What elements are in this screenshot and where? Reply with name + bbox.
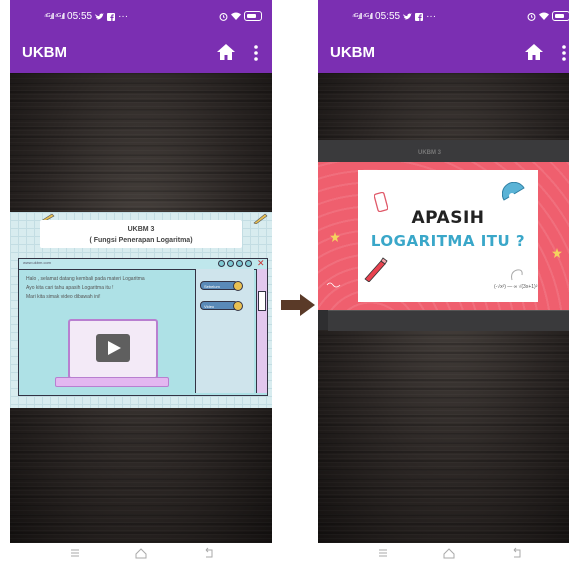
window-control-icon[interactable] xyxy=(245,260,252,267)
phone-screen-right: ⁴ᴳ.ıll ⁴ᴳ.ıll 05:55 ··· UKBM UKBM 3 APAS… xyxy=(318,0,569,565)
app-title: UKBM xyxy=(22,44,67,61)
facebook-icon xyxy=(415,12,424,21)
recent-apps-icon[interactable] xyxy=(68,546,82,560)
swirl-doodle-icon xyxy=(511,269,523,281)
slide-subtitle: ( Fungsi Penerapan Logaritma) xyxy=(89,237,193,244)
close-icon[interactable]: ✕ xyxy=(257,259,265,268)
status-bar: ⁴ᴳ.ıll ⁴ᴳ.ıll 05:55 ··· xyxy=(10,0,272,33)
phone-screen-left: ⁴ᴳ.ıll ⁴ᴳ.ıll 05:55 ··· UKBM UKBM 3 ( Fu… xyxy=(10,0,272,565)
phone-doodle-icon xyxy=(374,192,388,212)
dimmed-header xyxy=(318,140,569,162)
app-bar: UKBM xyxy=(318,33,569,73)
knob-icon xyxy=(233,281,243,291)
overflow-menu-icon[interactable] xyxy=(561,44,567,62)
video-player[interactable] xyxy=(68,319,158,379)
window-title: www.ukbm.com xyxy=(23,260,52,265)
back-icon[interactable] xyxy=(510,546,524,560)
window-control-icon[interactable] xyxy=(227,260,234,267)
home-nav-icon[interactable] xyxy=(442,546,456,560)
signal-icon: ⁴ᴳ.ıll ⁴ᴳ.ıll xyxy=(352,12,373,21)
scroll-thumb[interactable] xyxy=(258,291,266,311)
popup-card: APASIH LOGARITMA ITU ? xyxy=(358,170,538,302)
battery-icon xyxy=(244,11,262,21)
video-button[interactable]: Video xyxy=(200,301,243,311)
twitter-icon xyxy=(95,12,105,20)
twitter-icon xyxy=(403,12,413,20)
home-icon[interactable] xyxy=(524,43,544,61)
protractor-doodle-icon xyxy=(502,182,525,201)
formula-doodle: (-√x²) — ∞ √(3x+1)² xyxy=(494,284,538,290)
play-button[interactable] xyxy=(96,334,130,362)
slide-title: UKBM 3 xyxy=(127,226,155,233)
video-button-label: Video xyxy=(204,304,215,309)
app-bar: UKBM xyxy=(10,33,272,73)
more-notifications-icon: ··· xyxy=(426,11,437,22)
wifi-icon xyxy=(539,12,549,20)
dimmed-footer xyxy=(328,310,569,331)
alarm-icon xyxy=(527,12,536,21)
previous-button[interactable]: Sebelum xyxy=(200,281,243,291)
system-nav-bar xyxy=(10,543,272,565)
recent-apps-icon[interactable] xyxy=(376,546,390,560)
scribble-doodle-icon xyxy=(326,282,341,288)
intro-line: Ayo kita cari tahu apasih Logaritma itu … xyxy=(26,285,114,291)
intro-line: Halo , selamat datang kembali pada mater… xyxy=(26,276,145,282)
wifi-icon xyxy=(231,12,241,20)
arrow-right-icon xyxy=(281,294,315,316)
side-panel: Sebelum Video xyxy=(195,269,254,393)
lesson-slide: UKBM 3 ( Fungsi Penerapan Logaritma) www… xyxy=(10,212,272,408)
play-icon xyxy=(108,341,121,355)
slide-title-card: UKBM 3 ( Fungsi Penerapan Logaritma) xyxy=(40,220,242,248)
more-notifications-icon: ··· xyxy=(118,11,129,22)
pencil-doodle-icon xyxy=(364,257,388,282)
window-control-icon[interactable] xyxy=(218,260,225,267)
pencil-decoration-icon xyxy=(253,213,268,224)
back-icon[interactable] xyxy=(202,546,216,560)
facebook-icon xyxy=(107,12,116,21)
content-area: UKBM 3 ( Fungsi Penerapan Logaritma) www… xyxy=(10,73,272,543)
status-time: 05:55 xyxy=(375,11,401,22)
browser-window: www.ukbm.com ✕ Halo , selamat datang kem… xyxy=(18,258,268,396)
app-title: UKBM xyxy=(330,44,375,61)
intro-line: Mari kita simak video dibawah ini! xyxy=(26,294,101,300)
window-control-icon[interactable] xyxy=(236,260,243,267)
intro-text: Halo , selamat datang kembali pada mater… xyxy=(26,275,191,302)
laptop-base xyxy=(55,377,169,387)
knob-icon xyxy=(233,301,243,311)
battery-icon xyxy=(552,11,569,21)
home-nav-icon[interactable] xyxy=(134,546,148,560)
home-icon[interactable] xyxy=(216,43,236,61)
status-time: 05:55 xyxy=(67,11,93,22)
alarm-icon xyxy=(219,12,228,21)
system-nav-bar xyxy=(318,543,569,565)
scrollbar[interactable] xyxy=(256,269,267,393)
signal-icon: ⁴ᴳ.ıll ⁴ᴳ.ıll xyxy=(44,12,65,21)
star-icon xyxy=(330,232,340,242)
dimmed-slide-title: UKBM 3 xyxy=(418,150,442,156)
previous-button-label: Sebelum xyxy=(204,284,220,289)
star-icon xyxy=(552,248,562,258)
overflow-menu-icon[interactable] xyxy=(253,44,259,62)
status-bar: ⁴ᴳ.ıll ⁴ᴳ.ıll 05:55 ··· xyxy=(318,0,569,33)
popup-subheading: LOGARITMA ITU ? xyxy=(370,232,526,250)
